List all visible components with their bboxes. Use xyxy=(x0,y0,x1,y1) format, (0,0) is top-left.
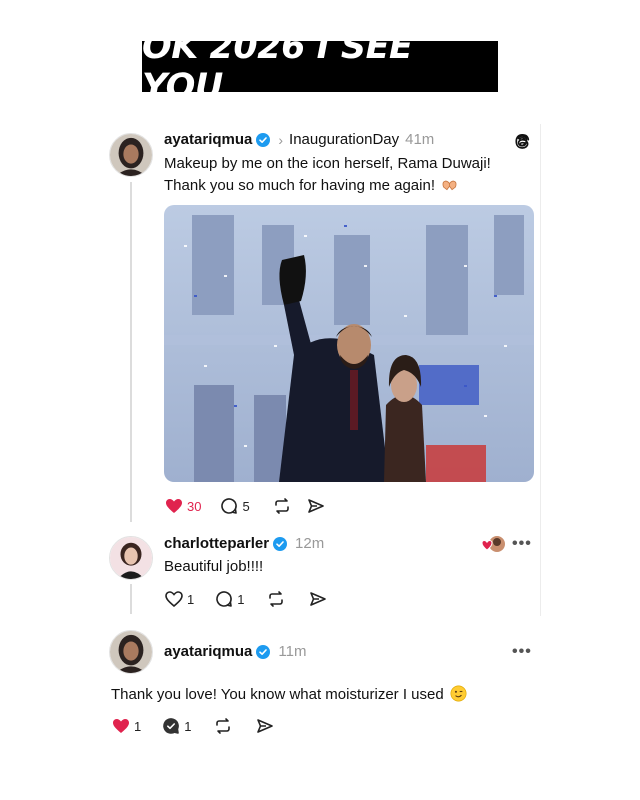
verified-badge-icon xyxy=(256,132,271,147)
topic-tag[interactable]: InaugurationDay xyxy=(289,131,399,148)
reply-count: 1 xyxy=(237,591,245,607)
timestamp: 41m xyxy=(405,131,435,148)
share-button[interactable] xyxy=(308,589,328,609)
post-header: ayatariqmua › InaugurationDay 41m xyxy=(164,131,434,148)
username[interactable]: charlotteparler xyxy=(164,535,269,552)
reply-text: Beautiful job!!!! xyxy=(164,558,264,575)
reply-header: ayatariqmua 11m xyxy=(164,643,306,660)
like-button[interactable]: 30 xyxy=(164,496,201,516)
reply-header: charlotteparler 12m xyxy=(164,535,324,552)
repost-button[interactable] xyxy=(213,716,233,736)
headline-banner: OK 2026 I SEE YOU xyxy=(142,27,498,107)
reply-count: 5 xyxy=(242,498,250,514)
repost-button[interactable] xyxy=(272,496,292,516)
post-text-line: Makeup by me on the icon herself, Rama D… xyxy=(164,155,491,172)
reply-button[interactable]: 1 xyxy=(214,589,244,609)
avatar[interactable] xyxy=(109,536,153,580)
heart-hands-emoji-icon xyxy=(441,176,458,193)
winking-face-emoji-icon xyxy=(450,685,467,702)
reply-actions: 1 1 xyxy=(164,589,328,609)
post-photo[interactable] xyxy=(164,205,534,482)
like-count: 1 xyxy=(187,591,195,607)
reply-actions: 1 1 xyxy=(111,716,275,736)
avatar[interactable] xyxy=(109,630,153,674)
chevron-right-icon: › xyxy=(278,131,284,148)
reply-count: 1 xyxy=(184,718,192,734)
post-text-line: Thank you so much for having me again! xyxy=(164,175,491,197)
threads-logo-icon[interactable] xyxy=(512,131,532,151)
username[interactable]: ayatariqmua xyxy=(164,131,252,148)
share-button[interactable] xyxy=(255,716,275,736)
more-options-button[interactable]: ••• xyxy=(512,643,532,661)
reply-button[interactable]: 5 xyxy=(219,496,250,516)
author-liked-icon xyxy=(481,535,507,553)
verified-badge-icon xyxy=(256,644,271,659)
like-button[interactable]: 1 xyxy=(111,716,141,736)
like-count: 1 xyxy=(134,718,142,734)
repost-button[interactable] xyxy=(266,589,286,609)
like-button[interactable]: 1 xyxy=(164,589,194,609)
timestamp: 12m xyxy=(295,535,325,552)
reply-button[interactable]: 1 xyxy=(161,716,191,736)
verified-badge-icon xyxy=(273,536,288,551)
share-button[interactable] xyxy=(306,496,326,516)
like-count: 30 xyxy=(187,498,202,514)
more-options-button[interactable]: ••• xyxy=(512,535,532,553)
thread-line xyxy=(130,182,132,522)
username[interactable]: ayatariqmua xyxy=(164,643,252,660)
card-divider xyxy=(540,124,541,616)
post-text: Makeup by me on the icon herself, Rama D… xyxy=(164,153,491,197)
timestamp: 11m xyxy=(278,643,307,660)
avatar[interactable] xyxy=(109,133,153,177)
thread-line xyxy=(130,584,132,614)
post-actions: 30 5 xyxy=(164,496,326,516)
reply-text: Thank you love! You know what moisturize… xyxy=(111,684,467,706)
